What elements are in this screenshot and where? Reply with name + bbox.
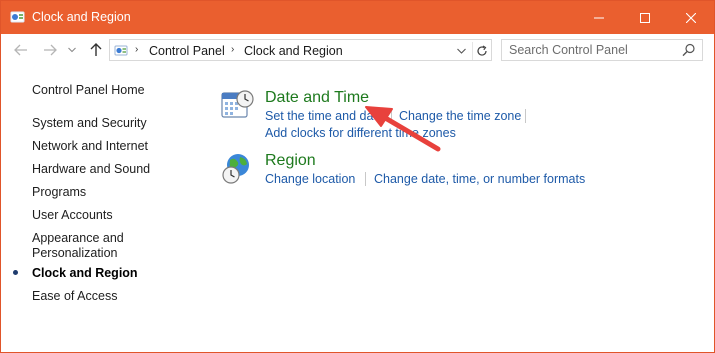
date-time-icon[interactable] — [220, 88, 254, 122]
current-item-bullet-icon — [13, 270, 18, 275]
region-globe-icon[interactable] — [220, 152, 254, 186]
sidebar-item-ease-of-access[interactable]: Ease of Access — [32, 289, 182, 304]
close-icon — [686, 12, 696, 23]
change-time-zone-link[interactable]: Change the time zone — [399, 109, 521, 123]
control-panel-icon — [10, 11, 25, 23]
back-button[interactable] — [11, 40, 31, 60]
search-icon[interactable] — [682, 43, 696, 57]
link-separator — [525, 109, 526, 123]
maximize-button[interactable] — [622, 1, 668, 34]
arrow-up-icon — [90, 43, 102, 56]
arrow-right-icon — [44, 44, 57, 56]
address-dropdown-button[interactable] — [454, 44, 468, 58]
link-separator — [365, 172, 366, 186]
breadcrumb-control-panel[interactable]: Control Panel — [149, 44, 225, 58]
chevron-down-icon — [456, 48, 466, 54]
sidebar-item-appearance-and-personalization[interactable]: Appearance and Personalization — [32, 231, 182, 261]
up-button[interactable] — [86, 40, 106, 60]
window-title: Clock and Region — [32, 10, 131, 24]
link-separator — [391, 109, 392, 123]
close-button[interactable] — [668, 1, 714, 34]
sidebar-item-programs[interactable]: Programs — [32, 185, 182, 200]
title-bar[interactable]: Clock and Region — [1, 1, 714, 34]
sidebar-item-clock-and-region[interactable]: Clock and Region — [32, 266, 182, 281]
recent-locations-button[interactable] — [66, 40, 78, 60]
sidebar: Control Panel Home System and Security N… — [1, 65, 201, 352]
minimize-button[interactable] — [576, 1, 622, 34]
change-location-link[interactable]: Change location — [265, 172, 355, 186]
date-and-time-title[interactable]: Date and Time — [265, 89, 369, 107]
sidebar-item-user-accounts[interactable]: User Accounts — [32, 208, 182, 223]
navigation-bar: › Control Panel › Clock and Region — [1, 34, 714, 65]
set-time-and-date-link[interactable]: Set the time and date — [265, 109, 384, 123]
search-input[interactable] — [502, 40, 672, 60]
add-clocks-link[interactable]: Add clocks for different time zones — [265, 126, 456, 140]
control-panel-window: Clock and Region › Control Panel › Clock… — [0, 0, 715, 353]
refresh-button[interactable] — [472, 42, 490, 60]
sidebar-item-system-and-security[interactable]: System and Security — [32, 116, 182, 131]
minimize-icon — [594, 17, 604, 18]
breadcrumb-clock-and-region[interactable]: Clock and Region — [244, 44, 343, 58]
control-panel-location-icon — [114, 45, 128, 56]
breadcrumb-separator-icon[interactable]: › — [135, 44, 138, 55]
sidebar-item-network-and-internet[interactable]: Network and Internet — [32, 139, 182, 154]
breadcrumb-separator-icon[interactable]: › — [231, 44, 234, 55]
region-title[interactable]: Region — [265, 152, 316, 170]
search-box[interactable] — [501, 39, 703, 61]
arrow-left-icon — [14, 44, 27, 56]
refresh-icon — [476, 45, 487, 56]
sidebar-item-control-panel-home[interactable]: Control Panel Home — [32, 83, 182, 98]
forward-button[interactable] — [40, 40, 60, 60]
sidebar-item-hardware-and-sound[interactable]: Hardware and Sound — [32, 162, 182, 177]
chevron-down-icon — [68, 47, 76, 53]
change-formats-link[interactable]: Change date, time, or number formats — [374, 172, 585, 186]
address-bar[interactable]: › Control Panel › Clock and Region — [109, 39, 492, 61]
maximize-icon — [640, 12, 650, 23]
